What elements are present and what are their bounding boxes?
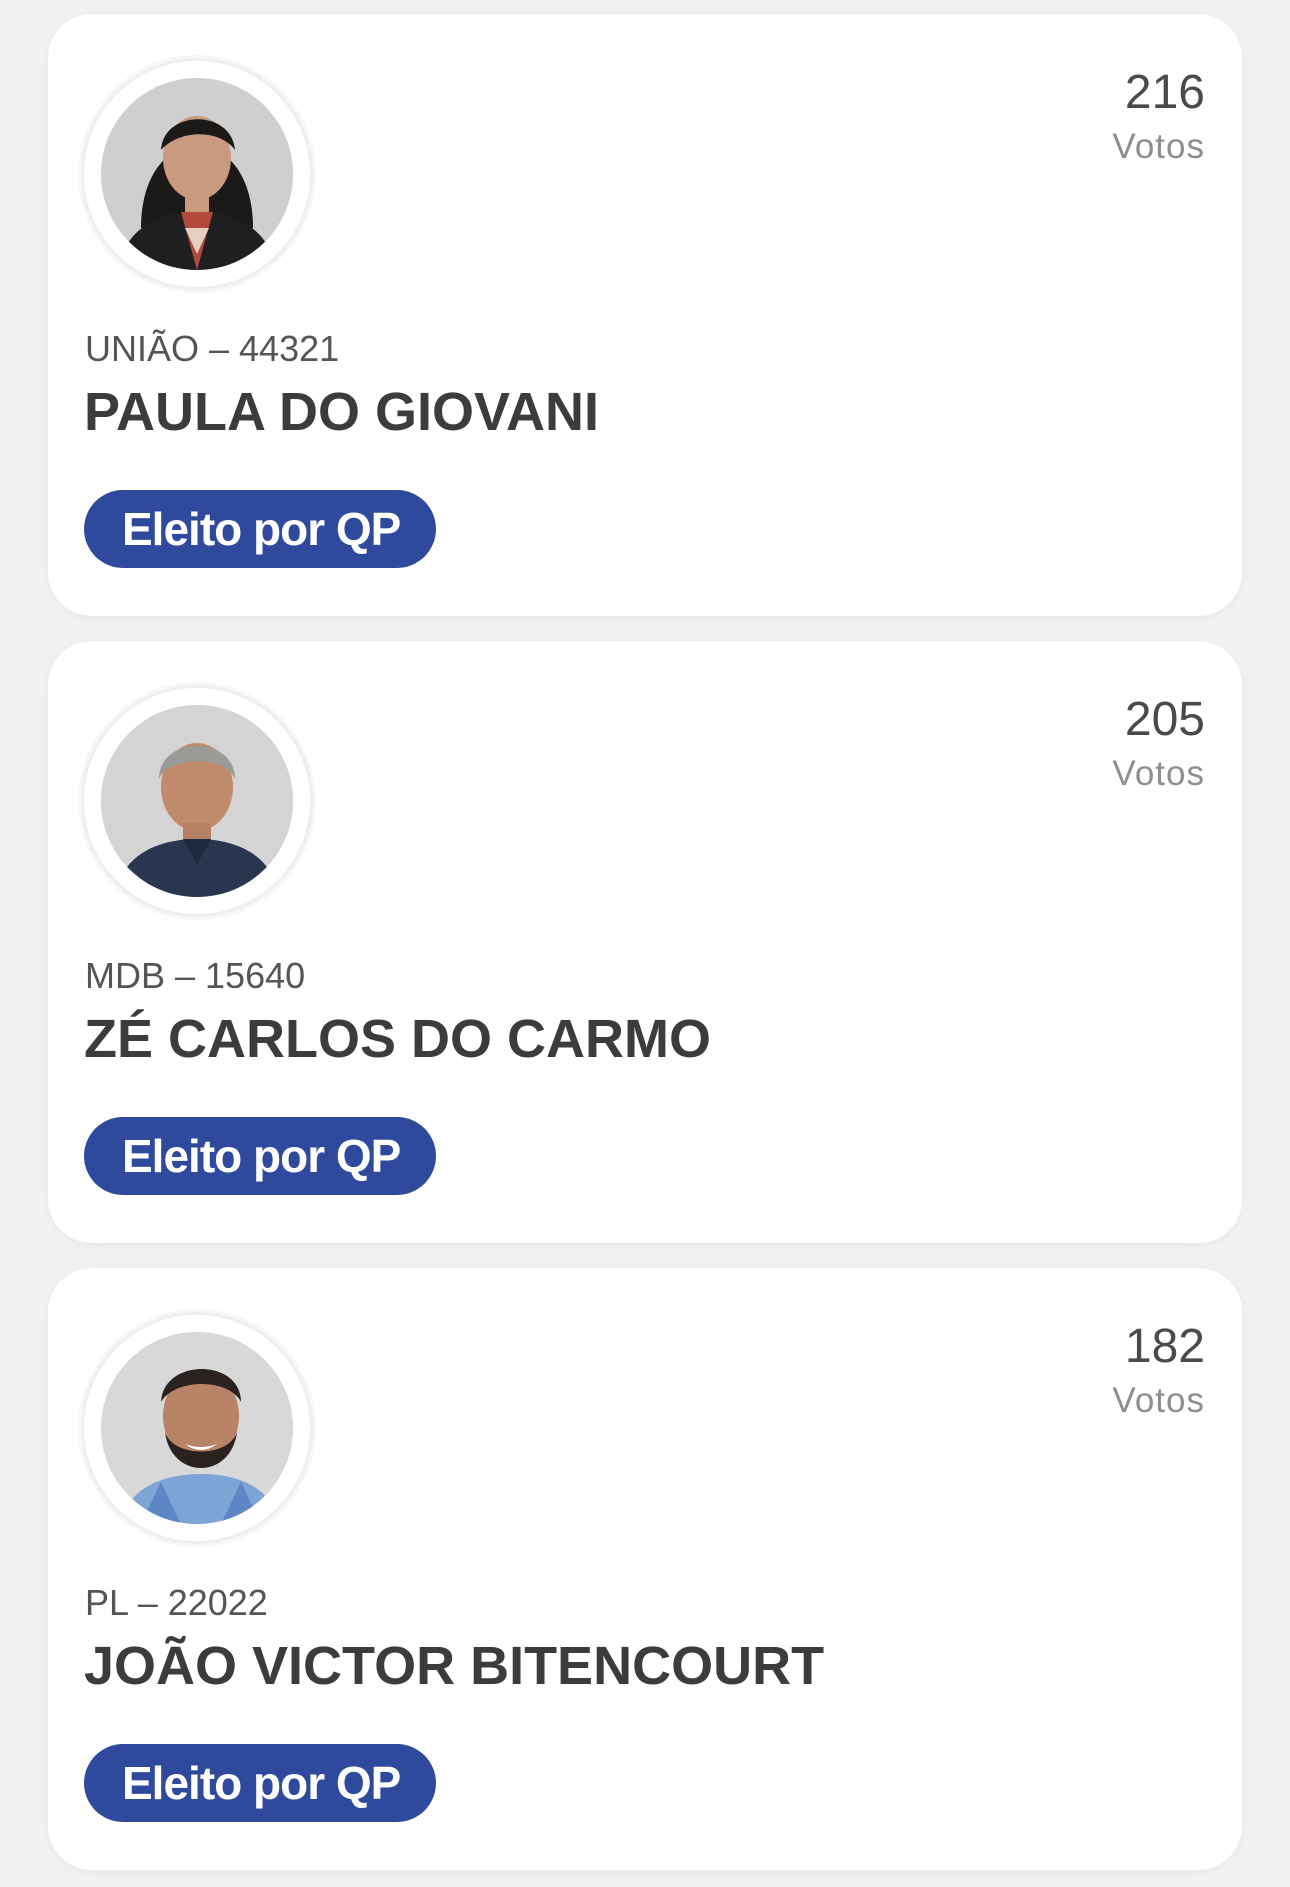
vote-summary: 216 Votos (1112, 64, 1205, 172)
vote-label: Votos (1112, 127, 1205, 166)
party-number: UNIÃO – 44321 (85, 328, 340, 369)
vote-count: 182 (1124, 1320, 1205, 1373)
candidate-photo (101, 78, 293, 270)
vote-summary: 205 Votos (1112, 691, 1205, 799)
status-badge: Eleito por QP (84, 1744, 437, 1822)
candidate-card[interactable]: 205 Votos MDB – 15640 ZÉ CARLOS DO CARMO… (48, 641, 1242, 1243)
candidate-avatar (84, 688, 310, 914)
vote-label: Votos (1112, 754, 1205, 793)
candidate-card[interactable]: 182 Votos PL – 22022 JOÃO VICTOR BITENCO… (48, 1268, 1242, 1870)
party-number: MDB – 15640 (85, 955, 306, 996)
candidate-name: PAULA DO GIOVANI (84, 382, 600, 442)
status-badge: Eleito por QP (84, 1117, 437, 1195)
candidate-card[interactable]: 216 Votos UNIÃO – 44321 PAULA DO GIOVANI… (48, 14, 1242, 616)
candidate-avatar (84, 1315, 310, 1541)
vote-summary: 182 Votos (1112, 1318, 1205, 1426)
vote-count: 205 (1124, 693, 1205, 746)
candidate-list: 216 Votos UNIÃO – 44321 PAULA DO GIOVANI… (0, 0, 1290, 1887)
candidate-photo (101, 1332, 293, 1524)
vote-label: Votos (1112, 1381, 1205, 1420)
party-number: PL – 22022 (85, 1582, 268, 1623)
candidate-name: ZÉ CARLOS DO CARMO (84, 1009, 711, 1069)
candidate-photo (101, 705, 293, 897)
candidate-avatar (84, 61, 310, 287)
candidate-name: JOÃO VICTOR BITENCOURT (84, 1636, 825, 1696)
status-badge: Eleito por QP (84, 490, 437, 568)
vote-count: 216 (1124, 66, 1205, 119)
